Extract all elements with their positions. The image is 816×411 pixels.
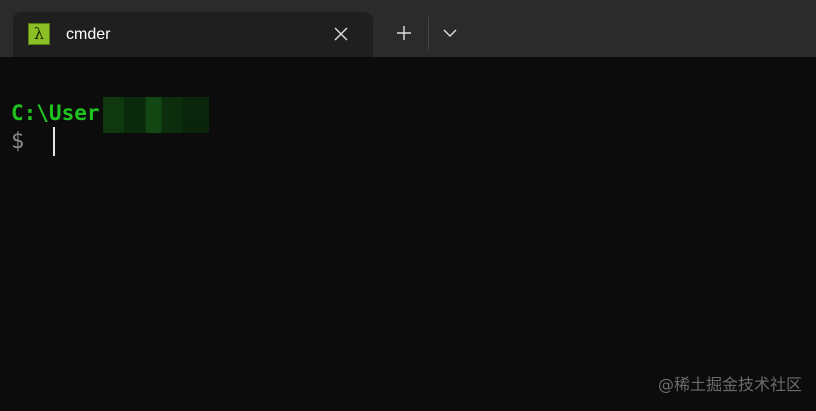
- titlebar-divider: [428, 17, 429, 51]
- lambda-icon: λ: [28, 23, 50, 45]
- prompt-path: C:\User: [11, 101, 100, 125]
- plus-icon: [397, 26, 411, 40]
- redacted-username: [103, 97, 209, 133]
- watermark: @稀土掘金技术社区: [657, 375, 802, 394]
- chevron-down-icon: [443, 29, 457, 37]
- tab-title: cmder: [66, 26, 111, 43]
- close-icon: [334, 27, 348, 41]
- tab-cmder[interactable]: λ cmder: [13, 12, 373, 57]
- terminal-window: λ cmder C:\User $ @稀土掘金技术社区: [0, 0, 816, 411]
- prompt-symbol: $: [11, 129, 25, 154]
- terminal-output[interactable]: C:\User $: [0, 57, 816, 411]
- new-tab-button[interactable]: [388, 17, 420, 49]
- dropdown-button[interactable]: [434, 17, 466, 49]
- tab-close-button[interactable]: [329, 22, 353, 46]
- text-cursor: [53, 127, 55, 156]
- title-bar: λ cmder: [0, 0, 816, 57]
